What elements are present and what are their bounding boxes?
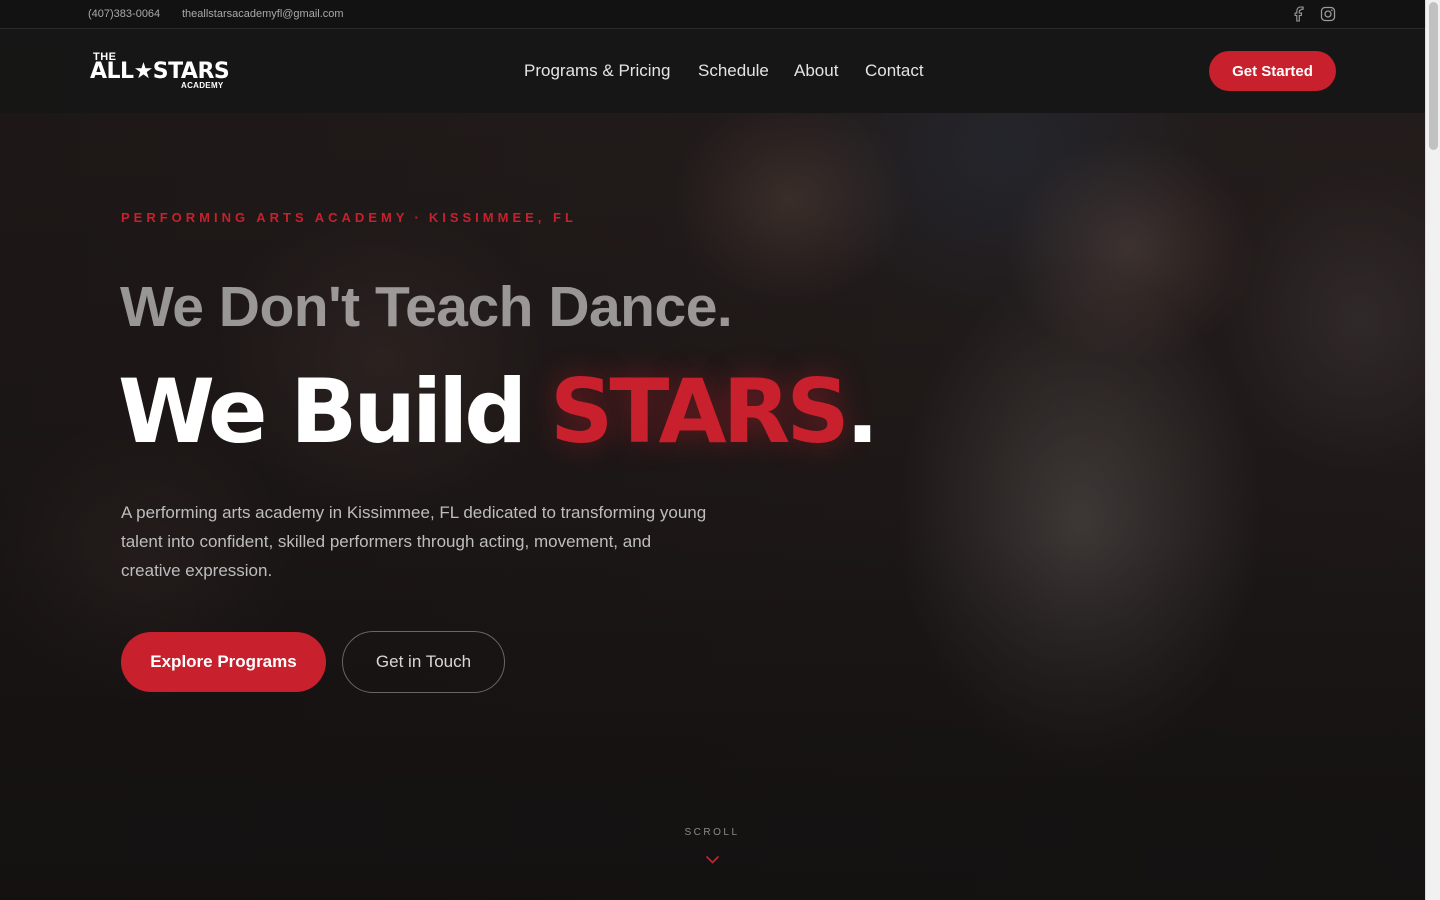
- logo-academy: ACADEMY: [181, 81, 224, 90]
- scrollbar-thumb[interactable]: [1429, 2, 1438, 150]
- eyebrow-academy: PERFORMING ARTS ACADEMY: [121, 210, 409, 225]
- nav-link-schedule[interactable]: Schedule: [698, 61, 769, 81]
- eyebrow-separator: ·: [414, 210, 423, 225]
- hero-headline-primary: We Build STARS.: [118, 360, 879, 463]
- get-in-touch-button[interactable]: Get in Touch: [342, 631, 505, 693]
- page: (407)383-0064 theallstarsacademyfl@gmail…: [0, 0, 1425, 900]
- nav-link-about[interactable]: About: [794, 61, 838, 81]
- headline-stars: STARS: [549, 360, 850, 463]
- hero-eyebrow: PERFORMING ARTS ACADEMY · KISSIMMEE, FL: [121, 210, 577, 225]
- get-started-button[interactable]: Get Started: [1209, 51, 1336, 91]
- email-link[interactable]: theallstarsacademyfl@gmail.com: [182, 8, 344, 20]
- top-bar: (407)383-0064 theallstarsacademyfl@gmail…: [0, 0, 1425, 29]
- nav-link-programs-pricing[interactable]: Programs & Pricing: [524, 61, 670, 81]
- hero-description: A performing arts academy in Kissimmee, …: [121, 503, 707, 580]
- academy-logo[interactable]: THE ALL★STARS ACADEMY: [90, 51, 242, 91]
- scroll-label[interactable]: SCROLL: [660, 827, 764, 838]
- hero-headline-secondary: We Don't Teach Dance.: [120, 275, 733, 339]
- headline-period: .: [845, 360, 879, 463]
- eyebrow-location: KISSIMMEE, FL: [428, 210, 577, 225]
- phone-link[interactable]: (407)383-0064: [88, 8, 160, 20]
- main-navigation: THE ALL★STARS ACADEMY Programs & Pricing…: [0, 29, 1425, 113]
- chevron-down-icon[interactable]: [705, 852, 720, 864]
- headline-we-build: We Build: [118, 360, 550, 463]
- page-scrollbar[interactable]: [1425, 0, 1440, 900]
- facebook-icon[interactable]: [1292, 6, 1308, 22]
- instagram-icon[interactable]: [1320, 6, 1336, 22]
- explore-programs-button[interactable]: Explore Programs: [121, 632, 326, 692]
- nav-link-contact[interactable]: Contact: [865, 61, 924, 81]
